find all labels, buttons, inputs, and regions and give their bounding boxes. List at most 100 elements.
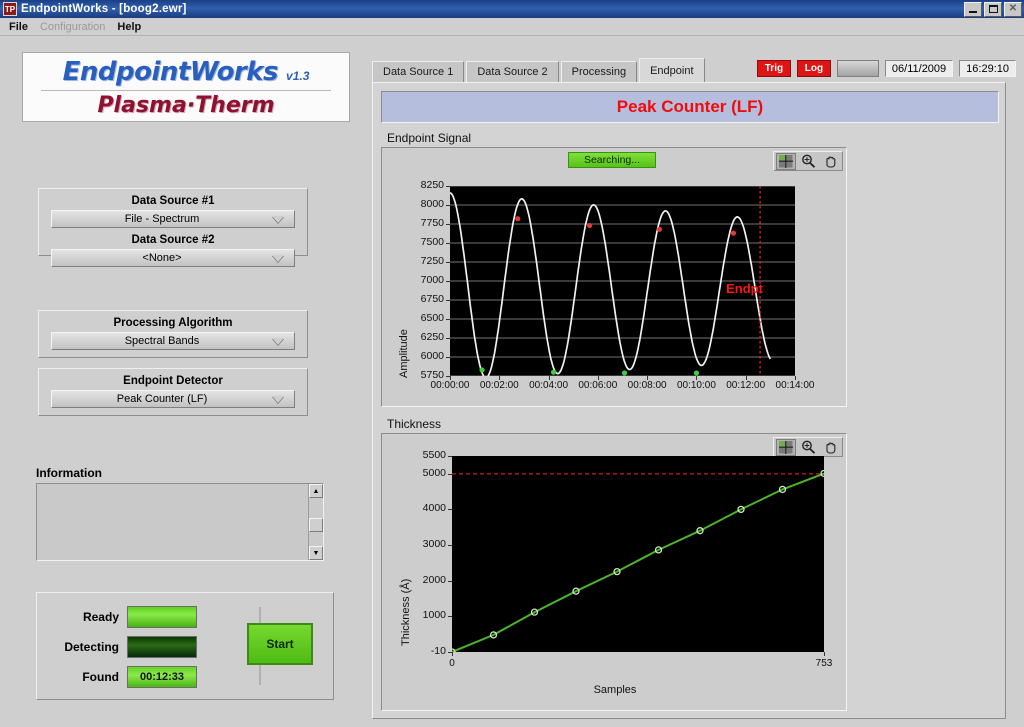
found-time-display: 00:12:33 <box>127 666 197 688</box>
chevron-down-icon <box>272 255 284 262</box>
thickness-chart-toolbar <box>773 437 843 457</box>
window-controls: ✕ <box>964 2 1022 17</box>
time-display: 16:29:10 <box>959 60 1016 77</box>
information-scrollbar[interactable]: ▲ ▼ <box>308 484 323 560</box>
signal-x-tick: 00:06:00 <box>572 380 624 391</box>
endpoint-annotation: Endpt <box>726 281 763 296</box>
close-button[interactable]: ✕ <box>1004 2 1022 17</box>
signal-x-tickmark <box>450 376 451 380</box>
window-title: EndpointWorks - [boog2.ewr] <box>21 3 964 15</box>
zoom-icon[interactable] <box>798 153 818 170</box>
body-area: EndpointWorks v1.3 Plasma·Therm Data Sou… <box>0 36 1024 727</box>
detecting-label: Detecting <box>49 640 127 654</box>
crosshair-icon[interactable] <box>776 153 796 170</box>
pan-icon[interactable] <box>820 439 840 456</box>
log-indicator[interactable]: Log <box>797 60 831 77</box>
information-textarea[interactable]: ▲ ▼ <box>36 483 324 561</box>
processing-algorithm-label: Processing Algorithm <box>39 317 307 329</box>
signal-x-tickmark <box>696 376 697 380</box>
tab-data-source-2[interactable]: Data Source 2 <box>466 61 558 82</box>
tab-processing[interactable]: Processing <box>561 61 637 82</box>
application-window: TP EndpointWorks - [boog2.ewr] ✕ File Co… <box>0 0 1024 727</box>
crosshair-icon[interactable] <box>776 439 796 456</box>
start-button[interactable]: Start <box>247 623 313 665</box>
logo-product-row: EndpointWorks v1.3 <box>63 57 310 87</box>
restore-button[interactable] <box>984 2 1002 17</box>
endpoint-detector-group: Endpoint Detector Peak Counter (LF) <box>38 368 308 416</box>
chevron-down-icon <box>272 338 284 345</box>
zoom-icon[interactable] <box>798 439 818 456</box>
pan-icon[interactable] <box>820 153 840 170</box>
endpoint-detector-label: Endpoint Detector <box>39 375 307 387</box>
thickness-x-axis-label: Samples <box>382 684 848 696</box>
data-source-1-value: File - Spectrum <box>52 213 272 225</box>
thickness-y-tick: 5000 <box>404 467 446 479</box>
signal-plot-area: Endpt <box>450 186 795 376</box>
thickness-x-tickmark <box>452 652 453 656</box>
logo-company-name: Plasma·Therm <box>97 93 274 118</box>
right-content: Data Source 1 Data Source 2 Processing E… <box>366 36 1024 727</box>
signal-y-tick: 6000 <box>402 350 444 362</box>
found-label: Found <box>49 670 127 684</box>
signal-y-tick: 7750 <box>402 217 444 229</box>
signal-y-tick: 7250 <box>402 255 444 267</box>
data-source-2-label: Data Source #2 <box>39 234 307 246</box>
data-source-2-dropdown[interactable]: <None> <box>51 249 295 267</box>
close-icon: ✕ <box>1009 4 1017 14</box>
logo-product-name: EndpointWorks <box>63 57 278 87</box>
signal-x-tick: 00:04:00 <box>523 380 575 391</box>
signal-x-tickmark <box>499 376 500 380</box>
thickness-y-tick: 4000 <box>404 502 446 514</box>
thickness-plot-area <box>452 456 824 652</box>
minimize-button[interactable] <box>964 2 982 17</box>
processing-algorithm-dropdown[interactable]: Spectral Bands <box>51 332 295 350</box>
minimize-icon <box>969 11 977 13</box>
signal-y-tick: 6750 <box>402 293 444 305</box>
information-value <box>37 484 308 560</box>
left-panel: EndpointWorks v1.3 Plasma·Therm Data Sou… <box>0 36 366 727</box>
status-row-detecting: Detecting <box>49 635 197 659</box>
signal-x-tick: 00:10:00 <box>670 380 722 391</box>
brand-logo: EndpointWorks v1.3 Plasma·Therm <box>22 52 350 122</box>
signal-x-tick: 00:12:00 <box>720 380 772 391</box>
signal-chart-title: Endpoint Signal <box>387 131 471 145</box>
menu-configuration: Configuration <box>37 20 114 34</box>
tab-data-source-1[interactable]: Data Source 1 <box>372 61 464 82</box>
signal-x-tickmark <box>795 376 796 380</box>
information-label: Information <box>36 466 102 480</box>
thickness-y-tick: 5500 <box>404 449 446 461</box>
scroll-down-icon[interactable]: ▼ <box>309 546 323 560</box>
title-bar: TP EndpointWorks - [boog2.ewr] ✕ <box>0 0 1024 18</box>
status-group: Ready Detecting Found 00:12:33 Start <box>36 592 334 700</box>
thickness-x-tickmark <box>824 652 825 656</box>
tab-endpoint[interactable]: Endpoint <box>639 58 704 82</box>
signal-x-tickmark <box>549 376 550 380</box>
scroll-up-icon[interactable]: ▲ <box>309 484 323 498</box>
menu-file[interactable]: File <box>6 20 37 34</box>
signal-y-tick: 6250 <box>402 331 444 343</box>
signal-y-tick: 8250 <box>402 179 444 191</box>
status-indicator-list: Ready Detecting Found 00:12:33 <box>49 605 197 695</box>
data-source-2-value: <None> <box>52 252 272 264</box>
restore-icon <box>989 5 998 13</box>
menu-help[interactable]: Help <box>114 20 150 34</box>
thickness-chart: Thickness (Å) -1010002000300040005000550… <box>381 433 847 711</box>
signal-y-tick: 8000 <box>402 198 444 210</box>
searching-banner: Searching... <box>568 152 656 168</box>
processing-algorithm-value: Spectral Bands <box>52 335 272 347</box>
signal-x-tickmark <box>647 376 648 380</box>
thickness-x-tick: 753 <box>804 658 844 669</box>
thickness-y-tick: 3000 <box>404 538 446 550</box>
detecting-led <box>127 636 197 658</box>
tab-strip: Data Source 1 Data Source 2 Processing E… <box>372 58 707 82</box>
scrollbar-thumb[interactable] <box>309 518 323 532</box>
endpoint-detector-value: Peak Counter (LF) <box>52 393 272 405</box>
trig-indicator[interactable]: Trig <box>757 60 791 77</box>
signal-y-tick: 7000 <box>402 274 444 286</box>
processing-algorithm-group: Processing Algorithm Spectral Bands <box>38 310 308 358</box>
ready-label: Ready <box>49 610 127 624</box>
status-row-ready: Ready <box>49 605 197 629</box>
thickness-y-tick: 1000 <box>404 609 446 621</box>
endpoint-detector-dropdown[interactable]: Peak Counter (LF) <box>51 390 295 408</box>
data-source-1-dropdown[interactable]: File - Spectrum <box>51 210 295 228</box>
